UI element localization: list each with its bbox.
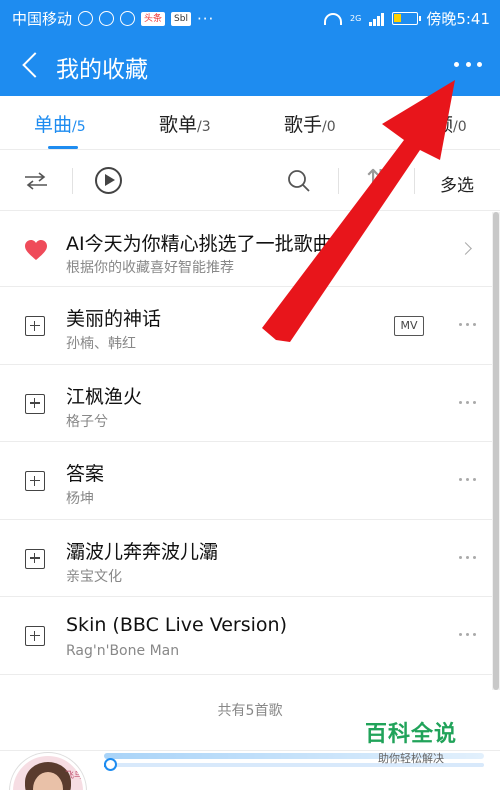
watermark-main: 百科全说 xyxy=(364,722,457,747)
tab-videos-count: /0 xyxy=(453,119,467,135)
song-title: 答案 xyxy=(66,463,105,486)
play-all-icon[interactable] xyxy=(95,167,122,194)
mv-icon[interactable]: MV xyxy=(394,316,424,336)
more-notifications-icon: ··· xyxy=(196,9,215,28)
add-icon[interactable] xyxy=(25,548,45,569)
song-artist: 格子兮 xyxy=(66,413,108,430)
song-list: AI今天为你精心挑选了一批歌曲 根据你的收藏喜好智能推荐 美丽的神话 孙楠、韩红… xyxy=(0,212,500,675)
song-row[interactable]: 灞波儿奔奔波儿灞 亲宝文化 xyxy=(0,520,500,598)
message-app-icon xyxy=(120,11,136,26)
title-bar: 我的收藏 xyxy=(0,34,500,96)
signal-icon xyxy=(369,12,385,26)
song-row[interactable]: Skin (BBC Live Version) Rag'n'Bone Man xyxy=(0,597,500,675)
watermark-logo: 百科全说 助你轻松解决 xyxy=(352,716,470,766)
wifi-icon xyxy=(324,12,343,25)
tab-playlists-count: /3 xyxy=(197,119,211,135)
tab-songs-label: 单曲 xyxy=(34,114,73,136)
song-more-icon[interactable] xyxy=(459,478,476,482)
add-icon[interactable] xyxy=(25,393,45,414)
watermark-sub: 助你轻松解决 xyxy=(378,752,444,765)
tab-singers-count: /0 xyxy=(322,119,336,135)
ai-recommend-title: AI今天为你精心挑选了一批歌曲 xyxy=(66,233,332,255)
network-type-label: 2G xyxy=(350,14,362,23)
song-row[interactable]: 江枫渔火 格子兮 xyxy=(0,365,500,443)
song-row[interactable]: 答案 杨坤 xyxy=(0,442,500,520)
battery-icon xyxy=(392,12,422,25)
song-artist: 孙楠、韩红 xyxy=(66,336,136,352)
song-more-icon[interactable] xyxy=(459,633,476,637)
tab-playlists[interactable]: 歌单/3 xyxy=(159,110,211,137)
toolbar-divider xyxy=(72,168,73,194)
tab-active-indicator xyxy=(48,146,78,149)
sbl-app-icon: Sbl xyxy=(171,11,191,26)
ai-recommend-subtitle: 根据你的收藏喜好智能推荐 xyxy=(66,260,234,276)
chat-app-icon xyxy=(99,11,115,26)
add-icon[interactable] xyxy=(25,471,45,492)
page-title: 我的收藏 xyxy=(56,57,148,83)
album-art[interactable]: 飞鸟 xyxy=(10,753,86,790)
tab-singers-label: 歌手 xyxy=(284,114,323,136)
list-toolbar: ⇅ 多选 xyxy=(0,151,500,211)
song-more-icon[interactable] xyxy=(459,400,476,404)
sort-icon[interactable]: ⇅ xyxy=(366,165,388,195)
song-more-icon[interactable] xyxy=(459,555,476,559)
ai-recommend-row[interactable]: AI今天为你精心挑选了一批歌曲 根据你的收藏喜好智能推荐 xyxy=(0,212,500,287)
search-icon[interactable] xyxy=(287,169,311,193)
tab-songs-count: /5 xyxy=(72,119,86,135)
tab-videos[interactable]: 频/0 xyxy=(434,110,467,137)
progress-knob[interactable] xyxy=(104,758,117,771)
toolbar-divider xyxy=(414,168,415,194)
song-title: 灞波儿奔奔波儿灞 xyxy=(66,540,219,563)
scrollbar-thumb[interactable] xyxy=(493,212,499,690)
tab-songs[interactable]: 单曲/5 xyxy=(34,110,86,137)
song-row[interactable]: 美丽的神话 孙楠、韩红 MV xyxy=(0,287,500,365)
song-title: 江枫渔火 xyxy=(66,385,143,408)
back-button[interactable] xyxy=(14,46,50,84)
status-bar-left: 中国移动 头条 Sbl ··· xyxy=(12,8,214,29)
carrier-label: 中国移动 xyxy=(12,10,73,28)
tab-singers[interactable]: 歌手/0 xyxy=(284,110,336,137)
song-title: 美丽的神话 xyxy=(66,308,162,330)
news-app-icon: 头条 xyxy=(141,11,166,26)
k-app-icon xyxy=(78,11,94,26)
clock-label: 傍晚5:41 xyxy=(426,10,490,28)
song-artist: 亲宝文化 xyxy=(66,568,122,585)
more-options-button[interactable] xyxy=(450,52,486,76)
toolbar-divider xyxy=(338,168,339,194)
song-title: Skin (BBC Live Version) xyxy=(66,614,287,637)
tab-videos-label: 频 xyxy=(434,114,454,136)
heart-icon xyxy=(25,240,47,260)
song-artist: Rag'n'Bone Man xyxy=(66,643,180,660)
album-art-text: 飞鸟 xyxy=(65,771,84,781)
song-artist: 杨坤 xyxy=(66,491,94,508)
add-icon[interactable] xyxy=(25,626,45,647)
multi-select-button[interactable]: 多选 xyxy=(440,171,474,196)
song-more-icon[interactable] xyxy=(459,323,476,326)
tab-bar: 单曲/5 歌单/3 歌手/0 频/0 xyxy=(0,96,500,150)
shuffle-icon[interactable] xyxy=(24,172,48,190)
status-bar: 中国移动 头条 Sbl ··· 2G 傍晚5:41 xyxy=(0,0,500,34)
add-icon[interactable] xyxy=(25,316,45,336)
scrollbar[interactable] xyxy=(492,212,500,690)
tab-playlists-label: 歌单 xyxy=(159,114,198,136)
chevron-right-icon xyxy=(459,242,472,255)
status-bar-right: 2G 傍晚5:41 xyxy=(324,8,490,29)
